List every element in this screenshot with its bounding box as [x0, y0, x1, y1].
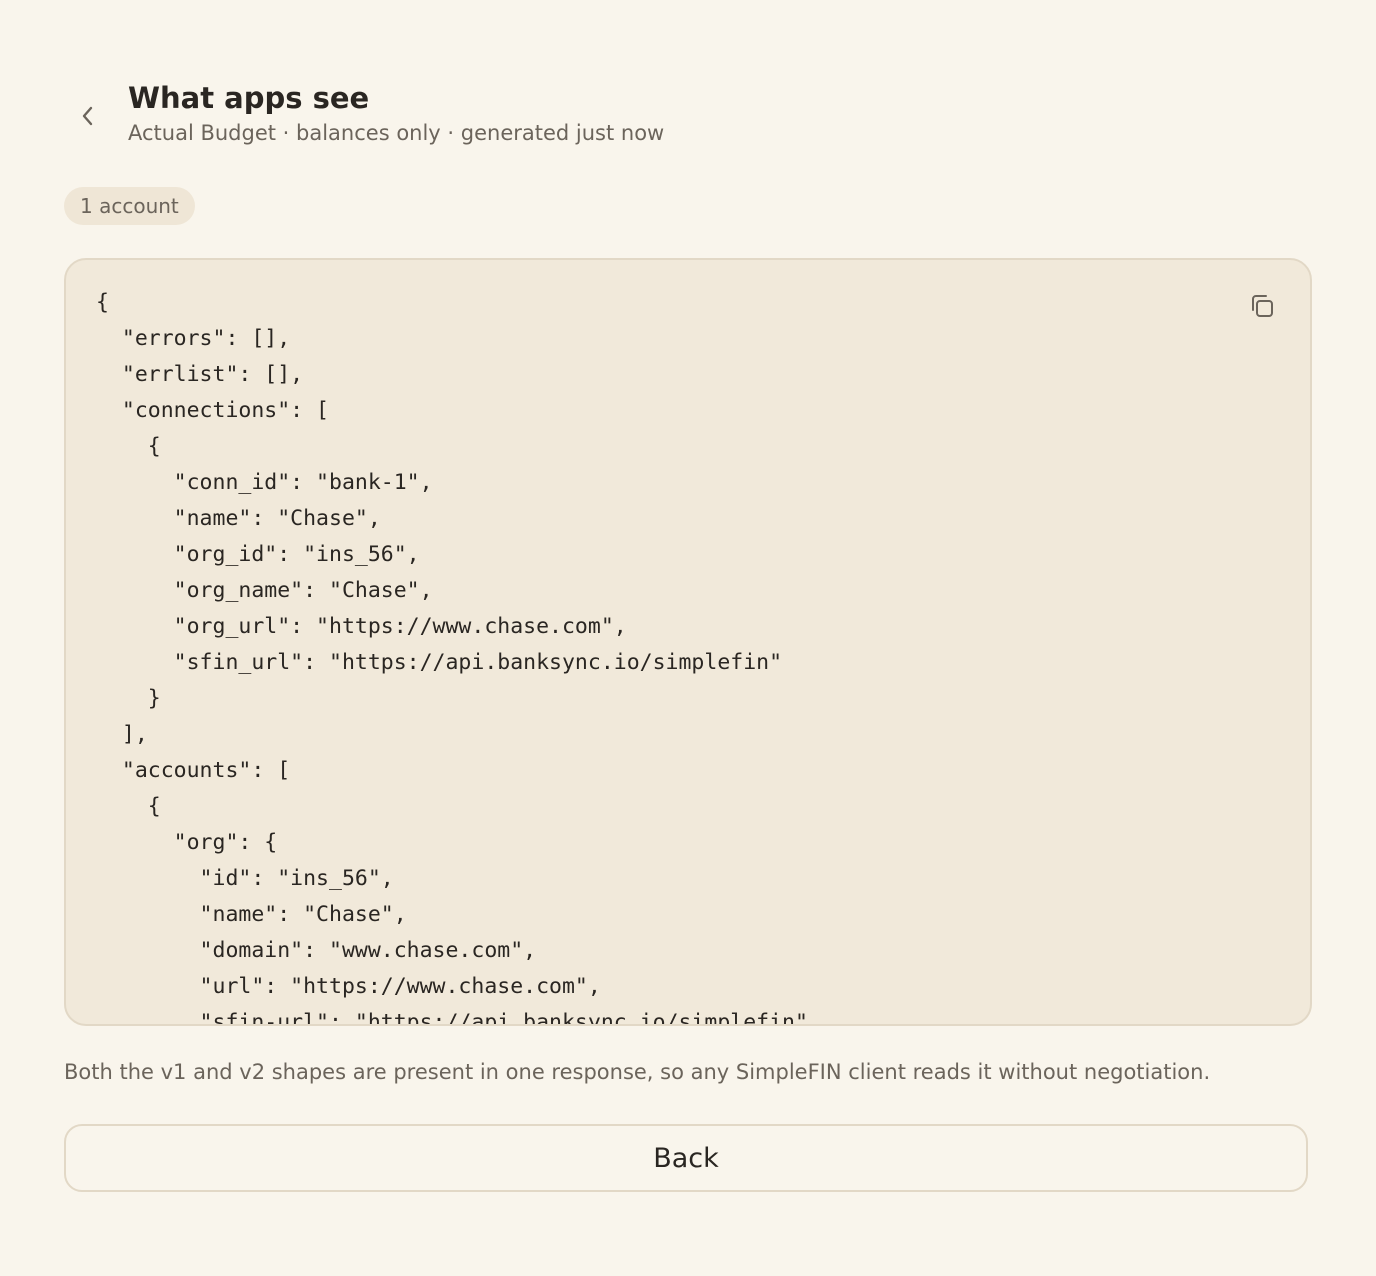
json-code-block: { "errors": [], "errlist": [], "connecti… [96, 285, 808, 1026]
account-count-badge: 1 account [64, 187, 195, 225]
code-line: "accounts": [ [96, 758, 291, 783]
code-line: { [96, 434, 161, 459]
header-titles: What apps see Actual Budget · balances o… [128, 80, 664, 148]
code-line: ], [96, 722, 148, 747]
code-line: "org": { [96, 830, 278, 855]
page-title: What apps see [128, 81, 370, 115]
code-line: "errlist": [], [96, 362, 304, 387]
chevron-left-icon [82, 106, 93, 126]
code-line: "sfin_url": "https://api.banksync.io/sim… [96, 650, 783, 675]
code-line: "name": "Chase", [96, 506, 381, 531]
code-line: "org_url": "https://www.chase.com", [96, 614, 627, 639]
copy-icon [1252, 295, 1273, 317]
back-button[interactable]: Back [64, 1124, 1308, 1192]
code-line: "domain": "www.chase.com", [96, 938, 537, 963]
code-line: "conn_id": "bank-1", [96, 470, 433, 495]
code-line: "name": "Chase", [96, 902, 407, 927]
code-line: { [96, 794, 161, 819]
code-line: } [96, 686, 161, 711]
code-line: "sfin-url": "https://api.banksync.io/sim… [96, 1010, 808, 1026]
page-header: What apps see Actual Budget · balances o… [64, 80, 1312, 156]
code-line: "errors": [], [96, 326, 291, 351]
page-subtitle: Actual Budget · balances only · generate… [128, 121, 665, 145]
back-chevron-button[interactable] [74, 102, 102, 130]
code-line: "org_name": "Chase", [96, 578, 433, 603]
code-line: "id": "ins_56", [96, 866, 394, 891]
code-line: "org_id": "ins_56", [96, 542, 420, 567]
json-preview-panel[interactable]: { "errors": [], "errlist": [], "connecti… [64, 258, 1312, 1026]
code-line: { [96, 290, 109, 315]
code-line: "url": "https://www.chase.com", [96, 974, 601, 999]
copy-button[interactable] [1244, 288, 1280, 324]
code-line: "connections": [ [96, 398, 329, 423]
compatibility-note: Both the v1 and v2 shapes are present in… [64, 1060, 1211, 1084]
